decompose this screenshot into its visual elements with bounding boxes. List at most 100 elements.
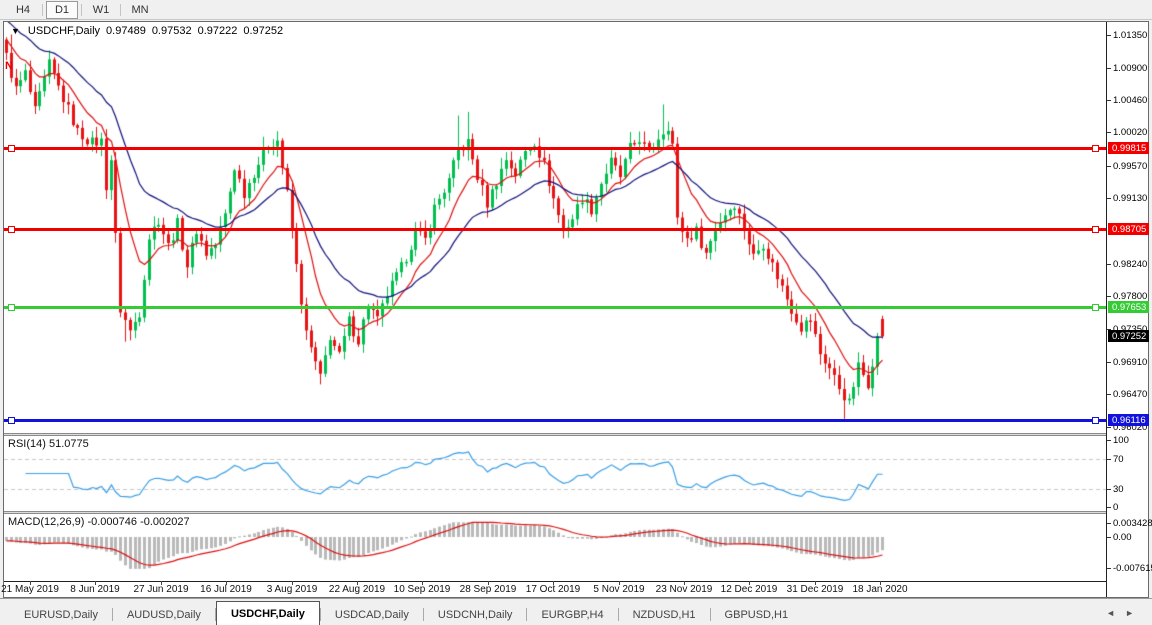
horizontal-level-line-0.96116[interactable]: [4, 417, 1106, 424]
horizontal-level-line-0.99815[interactable]: [4, 145, 1106, 152]
tick-dash: [1107, 394, 1111, 395]
rsi-chart-canvas[interactable]: [4, 436, 1106, 511]
tick-label: 0.96470: [1113, 389, 1148, 400]
horizontal-level-line-0.97653[interactable]: [4, 304, 1106, 311]
ohlc-low: 0.97222: [197, 25, 238, 37]
date-label: 16 Jul 2019: [200, 584, 252, 595]
date-label: 23 Nov 2019: [655, 584, 713, 595]
horizontal-level-line-0.98705[interactable]: [4, 226, 1106, 233]
chart-tab-usdcnh[interactable]: USDCNH,Daily: [424, 605, 527, 625]
chart-object-label: N: [5, 60, 13, 72]
current-price-badge: 0.97252: [1108, 330, 1149, 342]
rsi-pane[interactable]: RSI(14) 51.0775: [4, 436, 1106, 511]
toolbar-separator: [42, 3, 43, 16]
date-label: 22 Aug 2019: [328, 584, 386, 595]
tick-dash: [1107, 35, 1111, 36]
chart-panes: ▼ USDCHF,Daily 0.97489 0.97532 0.97222 0…: [4, 22, 1106, 597]
timeframe-button-mn[interactable]: MN: [124, 1, 156, 19]
tick-label: 1.01350: [1113, 30, 1148, 41]
tab-scroll-left-icon[interactable]: ◄: [1106, 608, 1125, 618]
chart-tab-bar: EURUSD,Daily AUDUSD,Daily USDCHF,Daily USDC…: [0, 598, 1152, 625]
tab-scroll-arrows[interactable]: ◄►: [1106, 608, 1144, 618]
ohlc-open: 0.97489: [106, 25, 146, 37]
timeframe-button-d1[interactable]: D1: [46, 0, 78, 19]
level-line-handle[interactable]: [1092, 145, 1099, 152]
level-line-handle[interactable]: [1092, 226, 1099, 233]
chart-tab-eurusd[interactable]: EURUSD,Daily: [10, 605, 112, 625]
tick-label: -0.007615: [1113, 563, 1152, 574]
level-price-badge: 0.99815: [1108, 142, 1149, 154]
toolbar-separator: [81, 3, 82, 16]
tick-dash: [1107, 132, 1111, 133]
tick-dash: [1107, 537, 1111, 538]
tick-label: 1.00460: [1113, 95, 1148, 106]
rsi-label: RSI(14) 51.0775: [8, 438, 89, 450]
symbol-period-label: USDCHF,Daily: [27, 25, 101, 37]
chart-title: ▼ USDCHF,Daily 0.97489 0.97532 0.97222 0…: [11, 25, 283, 37]
tick-label: 0.99570: [1113, 161, 1148, 172]
tick-label: 0: [1113, 502, 1119, 513]
tick-label: 0.96910: [1113, 357, 1148, 368]
tick-label: 100: [1113, 435, 1129, 446]
level-price-badge: 0.96116: [1108, 414, 1149, 426]
mt4-window: H4 D1 W1 MN ▼ USDCHF,Daily 0.97489 0.97532 …: [0, 0, 1152, 625]
macd-pane[interactable]: MACD(12,26,9) -0.000746 -0.002027: [4, 514, 1106, 581]
tick-label: 70: [1113, 454, 1124, 465]
timeframe-button-w1[interactable]: W1: [85, 1, 117, 19]
level-line-handle[interactable]: [8, 304, 15, 311]
toolbar-separator: [120, 3, 121, 16]
date-label: 18 Jan 2020: [852, 584, 908, 595]
level-line-handle[interactable]: [8, 417, 15, 424]
level-line-handle[interactable]: [8, 226, 15, 233]
chart-tab-usdcad[interactable]: USDCAD,Daily: [321, 605, 423, 625]
date-axis[interactable]: 21 May 2019 8 Jun 2019 27 Jun 2019 16 Jul 2…: [1, 581, 1148, 597]
chart-tab-usdchf[interactable]: USDCHF,Daily: [215, 601, 320, 625]
tick-dash: [1107, 198, 1111, 199]
tick-dash: [1107, 68, 1111, 69]
tick-label: 0.99130: [1113, 193, 1148, 204]
ohlc-high: 0.97532: [151, 25, 192, 37]
tick-dash: [1107, 362, 1111, 363]
chart-tab-gbpusd[interactable]: GBPUSD,H1: [711, 605, 803, 625]
macd-label: MACD(12,26,9) -0.000746 -0.002027: [8, 516, 190, 528]
chart-tab-nzdusd[interactable]: NZDUSD,H1: [619, 605, 710, 625]
tick-label: 0.98240: [1113, 259, 1148, 270]
level-line-handle[interactable]: [1092, 417, 1099, 424]
tick-dash: [1107, 166, 1111, 167]
tick-label: 1.00900: [1113, 63, 1148, 74]
date-label: 28 Sep 2019: [459, 584, 517, 595]
tick-dash: [1107, 523, 1111, 524]
date-label: 12 Dec 2019: [720, 584, 778, 595]
price-axis[interactable]: 1.01350 1.00900 1.00460 1.00020 0.99570 0.991…: [1106, 22, 1152, 597]
chart-tab-audusd[interactable]: AUDUSD,Daily: [113, 605, 215, 625]
tick-label: 30: [1113, 484, 1124, 495]
tick-dash: [1107, 459, 1111, 460]
level-line-handle[interactable]: [8, 145, 15, 152]
tick-label: 0.00: [1113, 532, 1132, 543]
date-label: 8 Jun 2019: [70, 584, 120, 595]
price-pane[interactable]: ▼ USDCHF,Daily 0.97489 0.97532 0.97222 0…: [4, 22, 1106, 433]
chart-window: ▼ USDCHF,Daily 0.97489 0.97532 0.97222 0…: [1, 21, 1152, 598]
date-label: 31 Dec 2019: [786, 584, 844, 595]
tick-dash: [1107, 568, 1111, 569]
date-label: 3 Aug 2019: [266, 584, 318, 595]
tick-label: 1.00020: [1113, 127, 1148, 138]
symbol-menu-icon[interactable]: ▼: [11, 26, 20, 36]
tick-dash: [1107, 440, 1111, 441]
tick-dash: [1107, 264, 1111, 265]
tick-dash: [1107, 100, 1111, 101]
date-label: 21 May 2019: [1, 584, 59, 595]
tick-dash: [1107, 296, 1111, 297]
ohlc-close: 0.97252: [243, 25, 284, 37]
level-price-badge: 0.98705: [1108, 223, 1149, 235]
timeframe-toolbar: H4 D1 W1 MN: [0, 0, 1152, 20]
tab-scroll-right-icon[interactable]: ►: [1125, 608, 1144, 618]
date-label: 27 Jun 2019: [133, 584, 189, 595]
date-label: 17 Oct 2019: [525, 584, 581, 595]
timeframe-button-h4[interactable]: H4: [7, 1, 39, 19]
tick-dash: [1107, 427, 1111, 428]
tick-label: 0.003428: [1113, 518, 1152, 529]
chart-tab-eurgbp[interactable]: EURGBP,H4: [527, 605, 617, 625]
tick-dash: [1107, 489, 1111, 490]
level-line-handle[interactable]: [1092, 304, 1099, 311]
